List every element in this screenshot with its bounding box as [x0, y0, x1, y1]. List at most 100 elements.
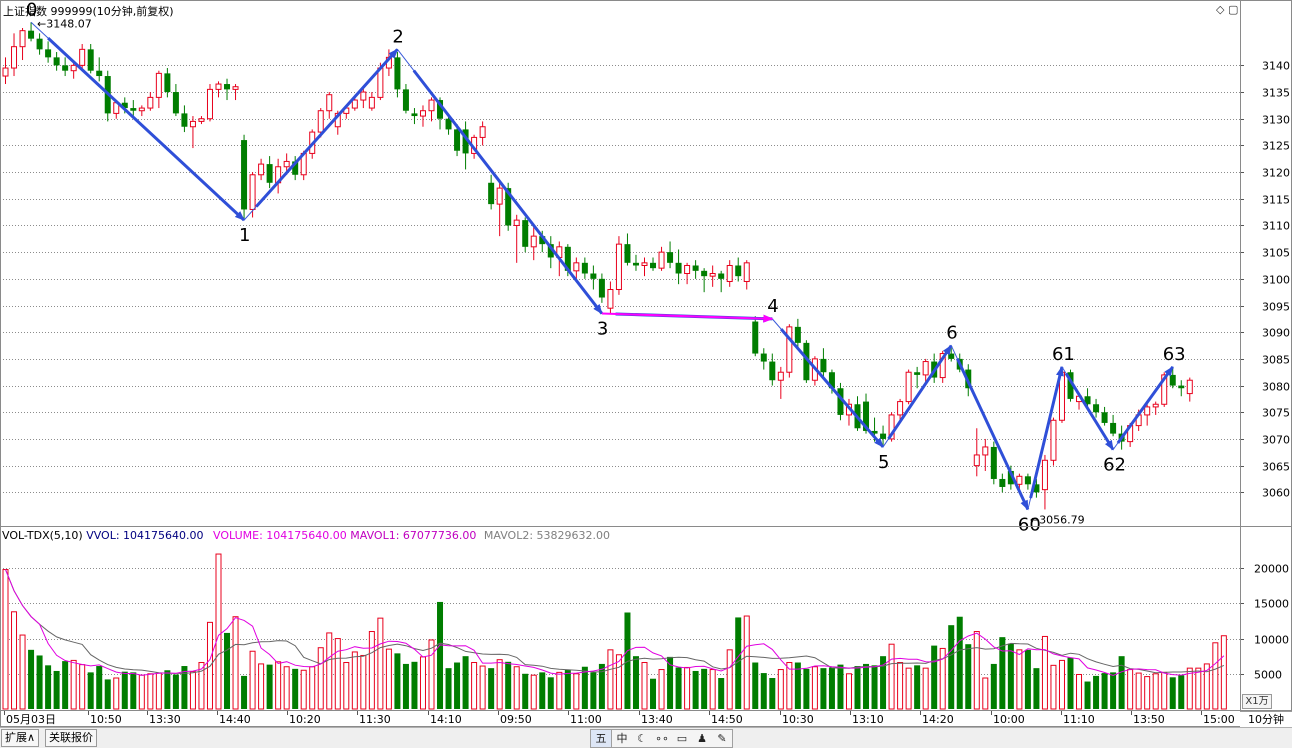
- time-tick-label: 11:10: [1063, 713, 1095, 726]
- volume-bar-down: [1110, 672, 1117, 709]
- volume-bar-up: [726, 649, 733, 710]
- volume-bar-up: [1127, 669, 1134, 710]
- magenta-arrow: [601, 312, 774, 323]
- candle-body-down: [181, 113, 188, 127]
- candlestick-series[interactable]: [2, 22, 1193, 510]
- volume-bar-down: [1033, 668, 1040, 709]
- volume-panel: 5000 10000 15000 20000: [0, 553, 1289, 710]
- volume-bar-down: [769, 678, 776, 709]
- time-tick-label: 10:00: [993, 713, 1025, 726]
- volume-bar-down: [96, 666, 103, 709]
- candle-body-down: [914, 372, 921, 375]
- candle-body-up: [777, 371, 784, 381]
- candle-body-down: [241, 140, 248, 210]
- volume-bar-up: [419, 656, 426, 710]
- candle-body-down: [1110, 422, 1117, 434]
- volume-bar-up: [309, 666, 316, 710]
- candle-body-down: [990, 446, 997, 479]
- volume-bar-up: [658, 669, 665, 710]
- volume-bar-down: [956, 616, 963, 709]
- volume-bar-down: [990, 663, 997, 709]
- volume-bar-down: [1118, 656, 1125, 709]
- volume-bar-up: [385, 648, 392, 710]
- volume-bar-up: [189, 671, 196, 710]
- volume-bar-up: [471, 662, 478, 710]
- volume-bar-down: [87, 672, 94, 709]
- volume-bar-down: [547, 677, 554, 709]
- zhong-icon[interactable]: 中: [612, 730, 632, 747]
- candle-body-up: [249, 174, 256, 210]
- volume-bar-up: [479, 665, 486, 710]
- candle-body-down: [454, 129, 461, 151]
- candle-body-up: [1186, 379, 1193, 395]
- candle-body-up: [641, 262, 648, 266]
- volume-bar-down: [292, 668, 299, 709]
- time-tick-label: 10:30: [782, 713, 814, 726]
- volume-bar-up: [1212, 642, 1219, 710]
- price-tick-label: 3095: [1262, 301, 1290, 314]
- price-tick-label: 3125: [1262, 140, 1290, 153]
- candle-body-down: [53, 57, 60, 66]
- candle-body-up: [189, 120, 196, 128]
- volume-bar-up: [317, 647, 324, 710]
- bottom-toolbar: 扩展∧ 关联报价 五 中 ☾ ∘∘ ▭ ♟ ✎: [0, 727, 1292, 748]
- candle-body-up: [573, 262, 580, 272]
- candle-body-up: [479, 126, 486, 138]
- volume-bar-up: [982, 677, 989, 710]
- candle-body-up: [317, 110, 324, 133]
- time-tick-label: 14:40: [219, 713, 251, 726]
- tab-expand[interactable]: 扩展∧: [1, 729, 40, 747]
- window-controls-icon[interactable]: ◇ ▢: [1216, 3, 1238, 16]
- candle-body-up: [615, 243, 622, 291]
- candle-body-down: [266, 164, 273, 183]
- volume-bar-up: [11, 611, 18, 710]
- volume-bar-up: [428, 639, 435, 710]
- wave-label: 63: [1163, 344, 1186, 365]
- candle-body-down: [411, 113, 418, 117]
- candle-body-down: [760, 353, 767, 362]
- candle-body-down: [96, 70, 103, 77]
- volume-bars[interactable]: [2, 553, 1227, 710]
- candle-body-down: [632, 262, 639, 266]
- candle-body-down: [402, 89, 409, 111]
- glasses-icon[interactable]: ∘∘: [652, 730, 672, 747]
- volume-bar-down: [803, 668, 810, 709]
- candle-body-down: [820, 358, 827, 373]
- volume-bar-up: [19, 634, 26, 710]
- volume-bar-up: [845, 673, 852, 710]
- five-icon[interactable]: 五: [591, 730, 612, 747]
- candle-body-down: [1024, 476, 1031, 485]
- price-axis: 3060 3065 3070 3075 3080 3085 3090 3095 3100 3105…: [1240, 60, 1290, 500]
- candle-body-down: [692, 265, 699, 271]
- indicator-name[interactable]: VOL-TDX(5,10): [2, 529, 83, 542]
- volume-bar-up: [1186, 667, 1193, 710]
- tab-related-quotes[interactable]: 关联报价: [45, 729, 97, 747]
- period-selector[interactable]: 10分钟: [1240, 711, 1292, 727]
- volume-bar-up: [513, 666, 520, 710]
- volume-bar-down: [1178, 675, 1185, 709]
- volume-bar-down: [718, 678, 725, 709]
- volume-bar-up: [155, 672, 162, 710]
- user-icon[interactable]: ♟: [692, 730, 712, 747]
- candle-body-down: [735, 265, 742, 277]
- volume-bar-up: [1050, 664, 1057, 710]
- toolbar-icons: 五 中 ☾ ∘∘ ▭ ♟ ✎: [590, 729, 733, 748]
- wrench-icon[interactable]: ✎: [712, 730, 732, 747]
- volume-bar-up: [343, 662, 350, 710]
- volume-bar-up: [1058, 659, 1065, 710]
- mavol1-readout: MAVOL1: 67077736.00: [350, 529, 477, 542]
- volume-bar-up: [496, 659, 503, 710]
- volume-bar-up: [258, 663, 265, 710]
- keyboard-icon[interactable]: ▭: [672, 730, 692, 747]
- candle-body-up: [1152, 403, 1159, 408]
- candle-body-down: [718, 273, 725, 279]
- moon-icon[interactable]: ☾: [632, 730, 652, 747]
- candle-body-down: [1169, 374, 1176, 386]
- candle-body-down: [624, 244, 631, 263]
- candle-body-up: [368, 96, 375, 109]
- candle-body-down: [1093, 404, 1100, 413]
- time-tick-label: 15:00: [1203, 713, 1235, 726]
- candle-body-up: [138, 107, 145, 112]
- volume-bar-up: [79, 664, 86, 710]
- candle-body-down: [172, 92, 179, 114]
